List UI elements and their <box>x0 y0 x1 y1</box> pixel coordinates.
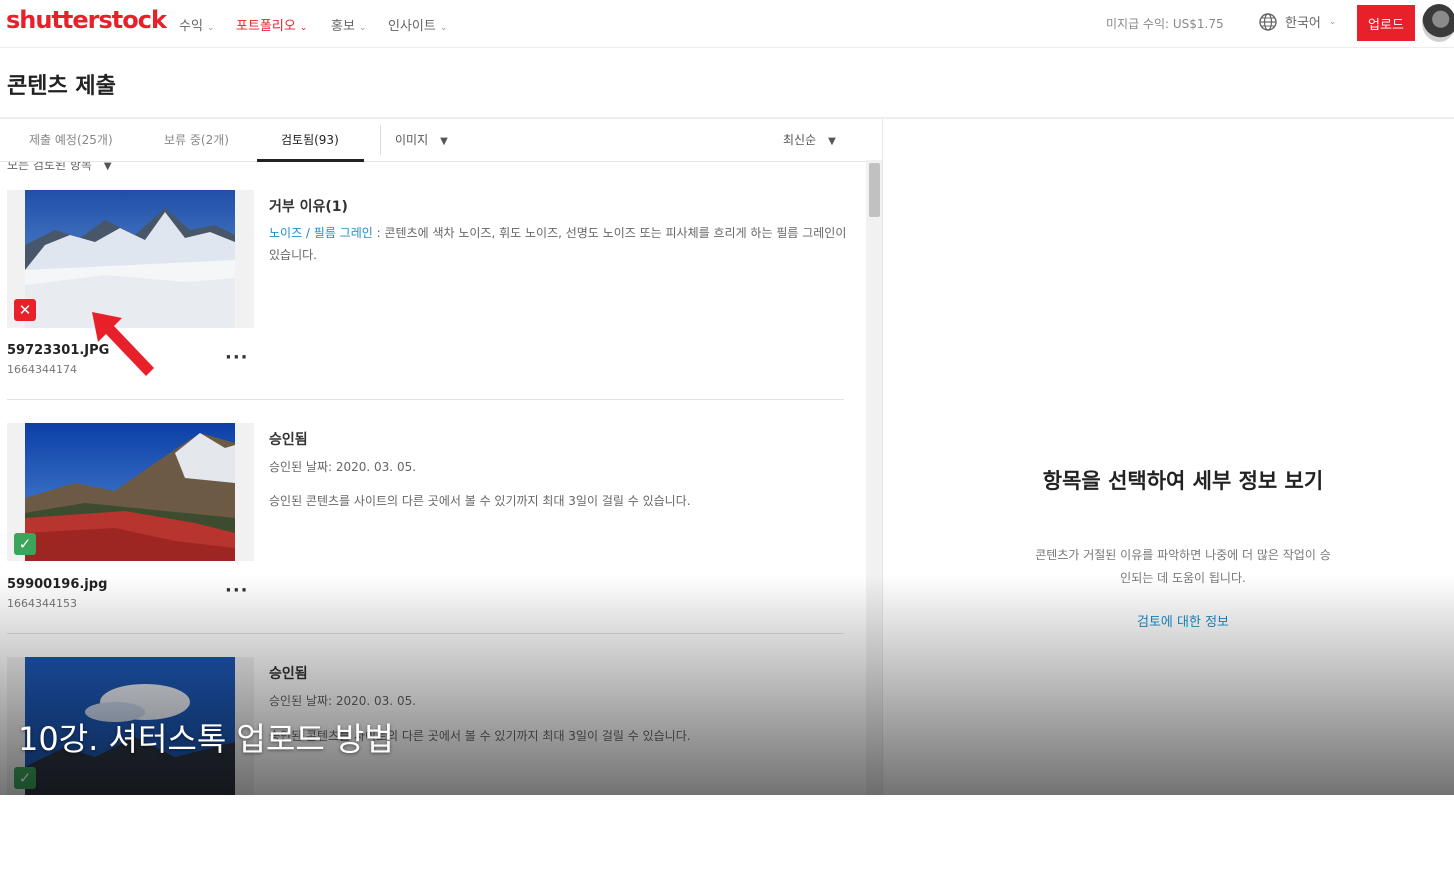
approved-status-icon: ✓ <box>14 767 36 789</box>
divider <box>7 633 844 634</box>
approval-date: 승인된 날짜: 2020. 03. 05. <box>269 460 417 474</box>
file-name: 59900196.jpg <box>7 577 108 592</box>
item-title: 거부 이유(1) <box>269 199 348 215</box>
detail-panel-title: 항목을 선택하여 세부 정보 보기 <box>1042 469 1324 493</box>
more-options-icon[interactable]: ··· <box>225 580 249 601</box>
divider <box>882 119 883 795</box>
scope-filter-clip: 모든 검토된 항목 ▼ <box>0 162 866 176</box>
language-selector[interactable]: 한국어 ⌄ <box>1259 12 1336 31</box>
chevron-down-icon: ⌄ <box>1328 16 1337 27</box>
scrollbar-track[interactable] <box>866 160 882 795</box>
reason-link[interactable]: 노이즈 / 필름 그레인 <box>269 226 373 240</box>
nav-promotion-label: 홍보 <box>331 19 355 34</box>
file-id: 1664344174 <box>7 363 77 376</box>
scrollbar-thumb[interactable] <box>869 163 880 217</box>
video-caption: 10강. 셔터스톡 업로드 방법 <box>18 720 394 758</box>
caret-down-icon: ▼ <box>103 162 112 172</box>
nav-promotion[interactable]: 홍보 ⌄ <box>331 15 366 34</box>
village-mountain-image <box>25 423 235 561</box>
chevron-down-icon: ⌄ <box>439 23 448 33</box>
tab-reviewed[interactable]: 검토됨(93) <box>281 131 339 148</box>
rejected-status-icon: ✕ <box>14 299 36 321</box>
unpaid-earnings: 미지급 수익: US$1.75 <box>1106 17 1224 31</box>
chevron-down-icon: ⌄ <box>358 23 367 33</box>
nav-insights-label: 인사이트 <box>388 19 436 34</box>
nav-portfolio-label: 포트폴리오 <box>236 19 296 34</box>
sort-label: 최신순 <box>783 133 817 147</box>
item-title: 승인됨 <box>269 432 308 448</box>
caret-down-icon: ▼ <box>440 136 448 147</box>
approved-status-icon: ✓ <box>14 533 36 555</box>
caret-down-icon: ▼ <box>828 136 836 147</box>
rejection-reason: 노이즈 / 필름 그레인 : 콘텐츠에 색차 노이즈, 휘도 노이즈, 선명도 … <box>269 222 849 266</box>
tab-pending[interactable]: 보류 중(2개) <box>164 131 229 148</box>
item-title: 승인됨 <box>269 666 308 682</box>
media-type-label: 이미지 <box>395 133 429 147</box>
scope-filter[interactable]: 모든 검토된 항목 ▼ <box>7 162 112 173</box>
nav-earnings[interactable]: 수익 ⌄ <box>179 15 214 34</box>
scope-filter-label: 모든 검토된 항목 <box>7 162 92 172</box>
chevron-down-icon: ⌄ <box>299 23 308 33</box>
avatar[interactable] <box>1422 4 1454 42</box>
review-info-link[interactable]: 검토에 대한 정보 <box>1030 611 1336 630</box>
detail-panel-description: 콘텐츠가 거절된 이유를 파악하면 나중에 더 많은 작업이 승인되는 데 도움… <box>1035 548 1331 585</box>
list-item[interactable]: ✓ 59900196.jpg 1664344153 ··· 승인됨 승인된 날짜… <box>0 423 866 657</box>
red-arrow-annotation <box>92 312 154 376</box>
more-options-icon[interactable]: ··· <box>225 347 249 368</box>
chevron-down-icon: ⌄ <box>206 23 215 33</box>
nav-earnings-label: 수익 <box>179 19 203 34</box>
tab-bar: 제출 예정(25개) 보류 중(2개) 검토됨(93) 이미지 ▼ 최신순 ▼ <box>0 119 866 162</box>
page-title: 콘텐츠 제출 <box>7 74 116 99</box>
shutterstock-logo[interactable]: shutterstock <box>6 6 167 34</box>
media-type-dropdown[interactable]: 이미지 ▼ <box>395 131 448 148</box>
language-label: 한국어 <box>1285 16 1321 31</box>
thumbnail[interactable]: ✓ <box>7 423 254 561</box>
divider <box>7 399 844 400</box>
divider <box>380 125 381 155</box>
globe-icon <box>1259 12 1277 31</box>
list-item[interactable]: ✕ 59723301.JPG 1664344174 ··· 거부 이유(1) 노… <box>0 190 866 424</box>
list-item[interactable]: ✓ 승인됨 승인된 날짜: 2020. 03. 05. 승인된 콘텐츠를 사이트… <box>0 657 866 891</box>
approval-date: 승인된 날짜: 2020. 03. 05. <box>269 694 417 708</box>
tab-to-submit[interactable]: 제출 예정(25개) <box>29 131 113 148</box>
file-id: 1664344153 <box>7 597 77 610</box>
sort-dropdown[interactable]: 최신순 ▼ <box>783 131 836 148</box>
top-nav: shutterstock 수익 ⌄ 포트폴리오 ⌄ 홍보 ⌄ 인사이트 ⌄ 미지급 수익… <box>0 0 1454 48</box>
approval-note: 승인된 콘텐츠를 사이트의 다른 곳에서 볼 수 있기까지 최대 3일이 걸릴 … <box>269 494 691 508</box>
nav-portfolio[interactable]: 포트폴리오 ⌄ <box>236 15 307 34</box>
upload-button[interactable]: 업로드 <box>1357 5 1415 41</box>
nav-insights[interactable]: 인사이트 ⌄ <box>388 15 447 34</box>
